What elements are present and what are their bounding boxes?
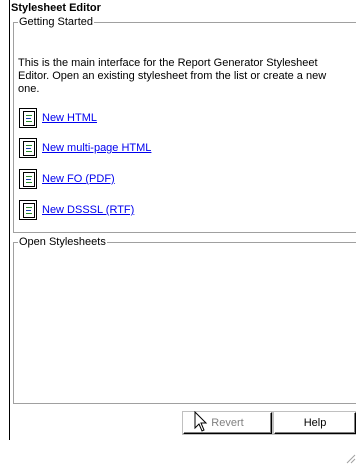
help-button[interactable]: Help xyxy=(274,412,356,434)
new-multipage-html-row[interactable]: New multi-page HTML xyxy=(19,137,151,159)
document-icon[interactable] xyxy=(19,200,37,220)
new-multipage-html-link[interactable]: New multi-page HTML xyxy=(42,142,151,154)
document-icon[interactable] xyxy=(19,138,37,158)
open-stylesheets-legend: Open Stylesheets xyxy=(18,236,107,249)
new-html-link[interactable]: New HTML xyxy=(42,112,97,124)
editor-title: Stylesheet Editor xyxy=(11,2,101,14)
document-icon[interactable] xyxy=(19,169,37,189)
new-dsssl-rtf-link[interactable]: New DSSSL (RTF) xyxy=(42,204,134,216)
revert-button-label: Revert xyxy=(211,417,244,429)
resize-grip-icon[interactable] xyxy=(344,452,356,464)
help-button-label: Help xyxy=(303,417,327,429)
new-fo-pdf-row[interactable]: New FO (PDF) xyxy=(19,168,115,190)
new-fo-pdf-link[interactable]: New FO (PDF) xyxy=(42,173,115,185)
document-icon[interactable] xyxy=(19,108,37,128)
intro-text: This is the main interface for the Repor… xyxy=(18,57,327,95)
new-dsssl-rtf-row[interactable]: New DSSSL (RTF) xyxy=(19,199,134,221)
open-stylesheets-group[interactable]: Open Stylesheets xyxy=(13,236,356,404)
getting-started-legend: Getting Started xyxy=(18,16,94,29)
mouse-cursor-icon xyxy=(194,411,208,432)
new-html-row[interactable]: New HTML xyxy=(19,107,97,129)
panel-left-border xyxy=(9,0,10,440)
